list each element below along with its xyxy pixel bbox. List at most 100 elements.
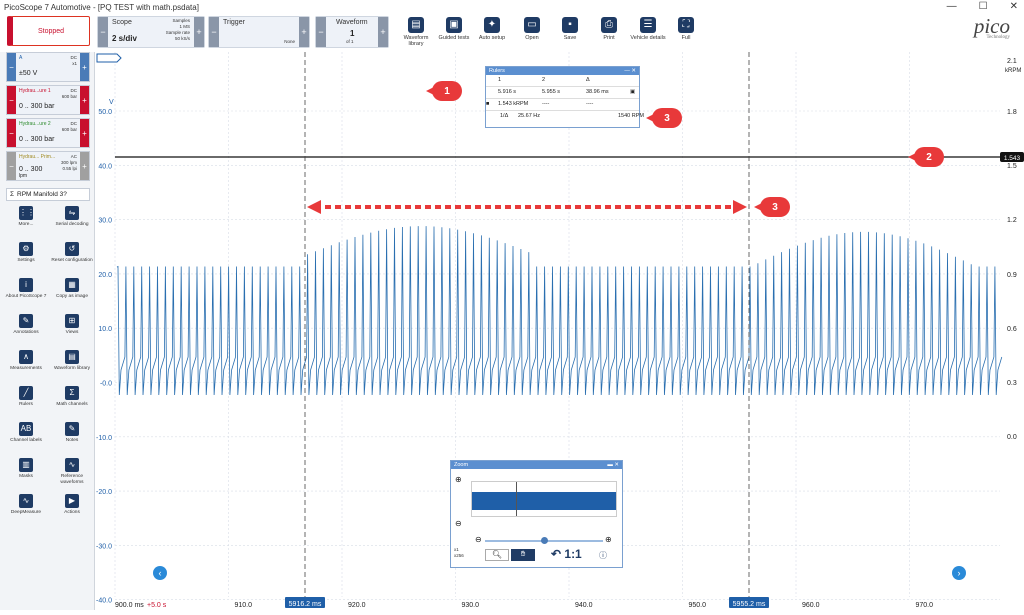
tool-math-channels[interactable]: Σ Math channels bbox=[50, 384, 94, 420]
channel-range[interactable]: 0 .. 300 bbox=[19, 166, 42, 173]
right-axis-tick: 0.9 bbox=[1007, 272, 1017, 279]
print-icon: ⎙ bbox=[601, 17, 617, 33]
sample-rate-value[interactable]: 50 kS/s bbox=[166, 36, 190, 42]
tool-channel-labels[interactable]: AB Channel labels bbox=[4, 420, 48, 456]
maximize-icon[interactable]: ☐ bbox=[979, 1, 988, 12]
auto-setup-button[interactable]: ✦ Auto setup bbox=[472, 14, 512, 46]
zoom-slider-thumb[interactable] bbox=[541, 537, 548, 544]
left-axis-tick: 30.0 bbox=[98, 218, 112, 225]
channel-increase[interactable]: + bbox=[80, 152, 89, 180]
tool-label: Rulers bbox=[19, 402, 33, 407]
tool-reference-waveforms[interactable]: ∿ Reference waveforms bbox=[50, 456, 94, 492]
lock-icon[interactable]: ▣ bbox=[630, 87, 640, 98]
tool-notes[interactable]: ✎ Notes bbox=[50, 420, 94, 456]
math-channel-button[interactable]: Σ RPM Manifold 3? bbox=[6, 188, 90, 201]
channel-increase[interactable]: + bbox=[80, 86, 89, 114]
waveform-of: of 1 bbox=[346, 39, 354, 44]
hand-tool-button[interactable]: ✋︎ bbox=[511, 549, 535, 561]
waveform-group: − Waveform 1 of 1 + bbox=[315, 16, 389, 48]
close-icon[interactable]: — ✕ bbox=[624, 67, 636, 75]
channel-hydraulic-2[interactable]: − Hydrau...ure 2 DC 600 bar 0 .. 300 bar … bbox=[6, 118, 90, 148]
rulers-dialog[interactable]: Rulers — ✕ 1 2 Δ 5.916 s 5.955 s 38.96 ms ▣ ■ 1… bbox=[485, 66, 644, 128]
scope-group: − Scope 2 s/div Samples 1 MS Sample rate… bbox=[97, 16, 205, 48]
guided-tests-button[interactable]: ▣ Guided tests bbox=[434, 14, 474, 46]
tool-measurements[interactable]: ∧ Measurements bbox=[4, 348, 48, 384]
tool-deepmeasure[interactable]: ∿ DeepMeasure bbox=[4, 492, 48, 528]
tool-rulers[interactable]: ╱ Rulers bbox=[4, 384, 48, 420]
minimize-icon[interactable]: — bbox=[947, 1, 957, 12]
info-icon[interactable]: ⓘ bbox=[599, 550, 607, 561]
timebase-increase-button[interactable]: + bbox=[194, 17, 204, 47]
left-axis-tick: 10.0 bbox=[98, 326, 112, 333]
tool-actions[interactable]: ▶ Actions bbox=[50, 492, 94, 528]
abcd-icon: AB bbox=[19, 422, 33, 436]
sidebar: − A DC x1 ±50 V + − Hydrau...ure 1 DC 600 … bbox=[0, 52, 95, 610]
channel-a[interactable]: − A DC x1 ±50 V + bbox=[6, 52, 90, 82]
left-axis-tick: 20.0 bbox=[98, 272, 112, 279]
scroll-right-button[interactable]: › bbox=[952, 566, 966, 580]
left-axis-tick: -10.0 bbox=[96, 435, 112, 442]
zoom-out-horizontal-button[interactable]: ⊖ bbox=[475, 535, 482, 544]
info-icon: i bbox=[19, 278, 33, 292]
channel-a-decrease[interactable]: − bbox=[7, 53, 16, 81]
zoom-in-vertical-button[interactable]: ⊕ bbox=[455, 475, 462, 484]
tool-waveform-library[interactable]: ▤ Waveform library bbox=[50, 348, 94, 384]
tool-copy-as-image[interactable]: ▦ Copy as image bbox=[50, 276, 94, 312]
channel-decrease[interactable]: − bbox=[7, 152, 16, 180]
tool-more[interactable]: ⋮⋮ More... bbox=[4, 204, 48, 240]
clipboard-icon: ☰ bbox=[640, 17, 656, 33]
tool-settings[interactable]: ⚙ Settings bbox=[4, 240, 48, 276]
right-axis-tick: 0.3 bbox=[1007, 380, 1017, 387]
zoom-in-horizontal-button[interactable]: ⊕ bbox=[605, 535, 612, 544]
trigger-prev-button[interactable]: − bbox=[209, 17, 219, 47]
waveform-current[interactable]: 1 bbox=[350, 29, 354, 38]
zoom-overview[interactable] bbox=[471, 481, 617, 517]
print-button[interactable]: ⎙ Print bbox=[589, 14, 629, 46]
zoom-dialog[interactable]: Zoom ▬ ✕ ⊕ ⊖ ⊖ ⊕ x1 x256 🔍︎ ✋︎ ↶ 1:1 ⓘ bbox=[450, 460, 623, 568]
save-button[interactable]: ▪ Save bbox=[550, 14, 590, 46]
tool-reset-configuration[interactable]: ↺ Reset configuration bbox=[50, 240, 94, 276]
channel-range[interactable]: 0 .. 300 bar bbox=[19, 136, 54, 143]
tool-serial-decoding[interactable]: ⇋ Serial decoding bbox=[50, 204, 94, 240]
x-offset-label: +5.0 s bbox=[147, 602, 167, 609]
tool-label: Actions bbox=[64, 510, 80, 515]
channel-decrease[interactable]: − bbox=[7, 86, 16, 114]
zoom-y-factor: x256 bbox=[454, 553, 464, 558]
channel-increase[interactable]: + bbox=[80, 119, 89, 147]
run-stop-button[interactable]: Stopped bbox=[7, 16, 90, 46]
channel-range[interactable]: 0 .. 300 bar bbox=[19, 103, 54, 110]
waveform-library-button[interactable]: ▤ Waveform library bbox=[396, 14, 436, 47]
trigger-next-button[interactable]: + bbox=[299, 17, 309, 47]
ruler-icon: ╱ bbox=[19, 386, 33, 400]
tool-about-picoscope-7[interactable]: i About PicoScope 7 bbox=[4, 276, 48, 312]
zoom-tool-button[interactable]: 🔍︎ bbox=[485, 549, 509, 561]
time-ruler-label: 5916.2 ms bbox=[289, 601, 322, 608]
zoom-dialog-title: Zoom ▬ ✕ bbox=[451, 461, 622, 469]
trigger-mode[interactable]: None bbox=[284, 39, 295, 45]
vehicle-details-button[interactable]: ☰ Vehicle details bbox=[628, 14, 668, 46]
notes-icon: ✎ bbox=[65, 422, 79, 436]
zoom-ratio-button[interactable]: ↶ 1:1 bbox=[551, 547, 582, 561]
button-label: Open bbox=[525, 35, 539, 41]
channel-range[interactable]: ±50 V bbox=[19, 70, 37, 77]
x-axis-tick: 930.0 bbox=[462, 602, 480, 609]
scroll-left-button[interactable]: ‹ bbox=[153, 566, 167, 580]
timebase-decrease-button[interactable]: − bbox=[98, 17, 108, 47]
channel-hydraulic-1[interactable]: − Hydrau...ure 1 DC 600 bar 0 .. 300 bar … bbox=[6, 85, 90, 115]
waveform-prev-button[interactable]: − bbox=[316, 17, 326, 47]
channel-a-increase[interactable]: + bbox=[80, 53, 89, 81]
channel-hydraulic-prim[interactable]: − Hydrau... Prim... AC 300 lpm 0.55 lpi 0 … bbox=[6, 151, 90, 181]
timebase-value[interactable]: 2 s/div bbox=[112, 34, 137, 43]
close-icon[interactable]: ✕ bbox=[1010, 1, 1018, 12]
open-button[interactable]: ▭ Open bbox=[512, 14, 552, 46]
tool-views[interactable]: ⊞ Views bbox=[50, 312, 94, 348]
close-icon[interactable]: ▬ ✕ bbox=[607, 461, 619, 469]
tool-annotations[interactable]: ✎ Annotations bbox=[4, 312, 48, 348]
full-screen-button[interactable]: ⛶ Full bbox=[666, 14, 706, 46]
library-icon: ▤ bbox=[408, 17, 424, 33]
zoom-out-vertical-button[interactable]: ⊖ bbox=[455, 519, 462, 528]
tool-masks[interactable]: ▥ Masks bbox=[4, 456, 48, 492]
waveform-next-button[interactable]: + bbox=[378, 17, 388, 47]
zoom-slider[interactable] bbox=[485, 537, 603, 544]
channel-decrease[interactable]: − bbox=[7, 119, 16, 147]
